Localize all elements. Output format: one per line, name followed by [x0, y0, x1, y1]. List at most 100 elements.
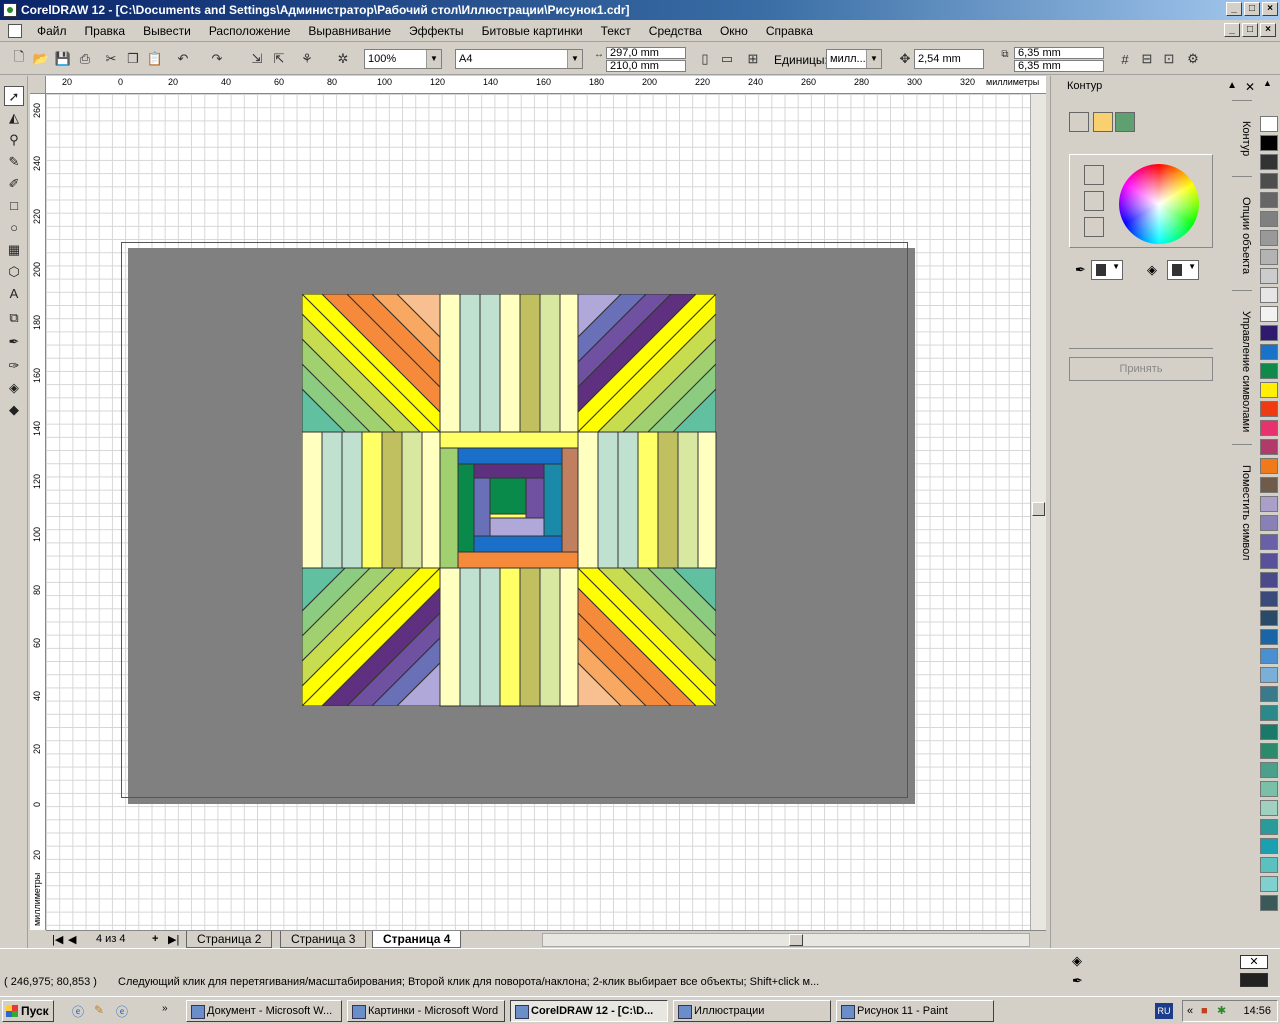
palette-swatch[interactable] [1260, 610, 1278, 626]
tab-page-2[interactable]: Страница 2 [186, 931, 273, 948]
palette-scroll-up-icon[interactable]: ▲ [1263, 78, 1272, 88]
language-indicator[interactable]: RU [1155, 1003, 1173, 1019]
block-bottom-left[interactable] [302, 568, 440, 706]
new-document-icon[interactable]: 🗋 [10, 49, 28, 68]
snap-grid-icon[interactable]: # [1116, 50, 1134, 68]
menu-arrange[interactable]: Выравнивание [299, 20, 400, 42]
menu-edit[interactable]: Правка [76, 20, 135, 42]
prev-page-icon[interactable]: ◀ [68, 933, 76, 946]
block-bottom-middle[interactable] [439, 567, 579, 707]
palette-swatch[interactable] [1260, 116, 1278, 132]
vertical-scroll-thumb[interactable] [1032, 502, 1045, 516]
task-illustrations-folder[interactable]: Иллюстрации [673, 1000, 831, 1022]
page-layout-icon[interactable]: ⊞ [744, 50, 762, 68]
shape-tool-icon[interactable]: ◭ [4, 108, 24, 128]
palette-swatch[interactable] [1260, 230, 1278, 246]
palette-swatch[interactable] [1260, 344, 1278, 360]
fill-tool-icon[interactable]: ◈ [4, 378, 24, 398]
eyedropper-tool-icon[interactable]: ✒ [4, 332, 24, 352]
basic-shapes-tool-icon[interactable]: ⬡ [4, 262, 24, 282]
palette-swatch[interactable] [1260, 420, 1278, 436]
palette-swatch[interactable] [1260, 667, 1278, 683]
menu-effects[interactable]: Эффекты [400, 20, 473, 42]
snap-objects-icon[interactable]: ⊡ [1160, 50, 1178, 68]
menu-help[interactable]: Справка [757, 20, 822, 42]
color-wheel[interactable] [1119, 164, 1199, 244]
fill-mode-icon[interactable] [1093, 112, 1113, 132]
palette-swatch[interactable] [1260, 439, 1278, 455]
menu-view[interactable]: Вывести [134, 20, 200, 42]
tab-page-4[interactable]: Страница 4 [372, 931, 462, 948]
tab-insert-symbol[interactable]: Поместить символ [1232, 444, 1252, 574]
palette-swatch[interactable] [1260, 154, 1278, 170]
palette-swatch[interactable] [1260, 401, 1278, 417]
palette-swatch[interactable] [1260, 287, 1278, 303]
quick-launch-ie-icon[interactable]: ⓔ [72, 1003, 84, 1020]
page-height-field[interactable]: 210,0 mm [606, 60, 686, 72]
vertical-ruler[interactable]: 260 240 220 200 180 160 140 120 100 80 6… [30, 94, 46, 930]
interactive-blend-tool-icon[interactable]: ⧉ [4, 308, 24, 328]
outline-mode-icon[interactable] [1069, 112, 1089, 132]
palette-swatch[interactable] [1260, 363, 1278, 379]
lock-icon[interactable] [1084, 191, 1104, 211]
no-fill-swatch[interactable]: ✕ [1240, 955, 1268, 969]
palette-swatch[interactable] [1260, 211, 1278, 227]
menu-file[interactable]: Файл [28, 20, 76, 42]
menu-window[interactable]: Окно [711, 20, 757, 42]
block-middle-left[interactable] [302, 431, 441, 569]
palette-swatch[interactable] [1260, 553, 1278, 569]
paper-size-combo[interactable]: A4 ▼ [455, 49, 583, 69]
zoom-tool-icon[interactable]: ⚲ [4, 130, 24, 150]
palette-swatch[interactable] [1260, 591, 1278, 607]
palette-swatch[interactable] [1260, 629, 1278, 645]
duplicate-x-field[interactable]: 6,35 mm [1014, 47, 1104, 59]
page-width-field[interactable]: 297,0 mm [606, 47, 686, 59]
reset-icon[interactable] [1084, 217, 1104, 237]
export-icon[interactable]: ⇱ [270, 50, 288, 68]
palette-swatch[interactable] [1260, 249, 1278, 265]
palette-swatch[interactable] [1260, 192, 1278, 208]
block-top-right[interactable] [578, 294, 716, 432]
quick-launch-more-icon[interactable]: » [162, 1003, 168, 1014]
units-combo[interactable]: милл... ▼ [826, 49, 882, 69]
ruler-origin[interactable] [30, 76, 46, 94]
start-button[interactable]: Пуск [2, 1000, 54, 1022]
chevron-down-icon[interactable]: ▼ [866, 50, 881, 68]
docker-close-icon[interactable]: ✕ [1245, 80, 1255, 94]
vertical-scrollbar[interactable] [1030, 94, 1046, 930]
options-icon[interactable]: ⚙ [1184, 50, 1202, 68]
menu-bitmaps[interactable]: Битовые картинки [473, 20, 592, 42]
tab-page-3[interactable]: Страница 3 [280, 931, 367, 948]
tab-outline[interactable]: Контур [1232, 100, 1252, 170]
application-launcher-icon[interactable]: ⚘ [298, 50, 316, 68]
coreldraw-app-icon[interactable] [3, 3, 17, 17]
palette-swatch[interactable] [1260, 458, 1278, 474]
close-button[interactable]: × [1262, 2, 1278, 16]
doc-close-button[interactable]: × [1260, 23, 1276, 37]
block-bottom-right[interactable] [578, 568, 716, 706]
outline-status-icon[interactable]: ✒ [1072, 973, 1083, 989]
last-page-icon[interactable]: ▶| [168, 933, 179, 946]
chevron-down-icon[interactable]: ▼ [426, 50, 441, 68]
horizontal-scrollbar[interactable] [542, 933, 1030, 947]
palette-swatch[interactable] [1260, 325, 1278, 341]
outline-tool-icon[interactable]: ✑ [4, 356, 24, 376]
quick-launch-browser-icon[interactable]: ⓔ [116, 1003, 128, 1020]
fill-color-picker[interactable]: ▼ [1167, 260, 1199, 280]
doc-restore-button[interactable]: □ [1242, 23, 1258, 37]
drawing-canvas[interactable] [46, 94, 1030, 930]
palette-swatch[interactable] [1260, 743, 1278, 759]
document-icon[interactable] [8, 23, 22, 38]
palette-swatch[interactable] [1260, 135, 1278, 151]
palette-swatch[interactable] [1260, 724, 1278, 740]
graph-paper-tool-icon[interactable]: ▦ [4, 240, 24, 260]
palette-swatch[interactable] [1260, 173, 1278, 189]
portrait-icon[interactable]: ▯ [696, 50, 714, 68]
text-tool-icon[interactable]: A [4, 284, 24, 304]
zoom-combo[interactable]: 100% ▼ [364, 49, 442, 69]
fill-status-icon[interactable]: ◈ [1072, 953, 1082, 969]
import-icon[interactable]: ⇲ [248, 50, 266, 68]
horizontal-scroll-thumb[interactable] [789, 934, 803, 946]
outline-color-swatch[interactable] [1240, 973, 1268, 987]
task-paint[interactable]: Рисунок 11 - Paint [836, 1000, 994, 1022]
